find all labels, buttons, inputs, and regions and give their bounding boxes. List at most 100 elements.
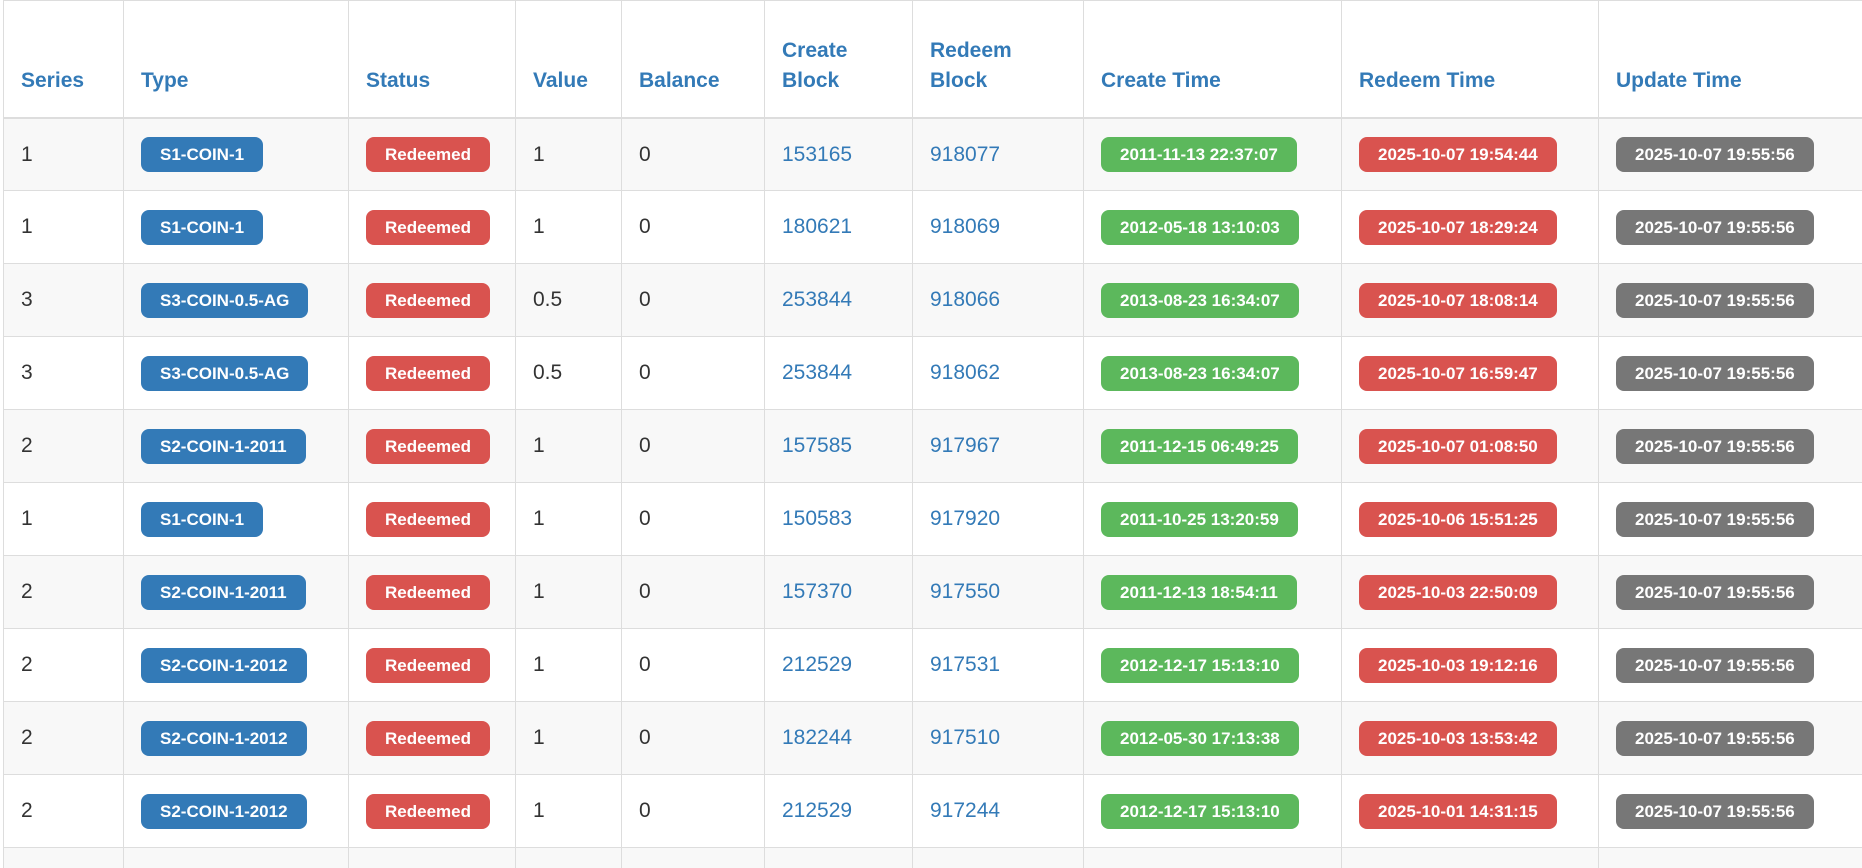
cell-value: 1 — [515, 117, 622, 191]
type-badge: S1-COIN-1 — [141, 136, 264, 172]
cell-value: 1 — [515, 701, 622, 775]
cell-redeem_block: 917244 — [912, 774, 1084, 848]
cell-series: 2 — [3, 409, 124, 483]
redeem-time-badge: 2025-10-07 18:08:14 — [1359, 282, 1557, 318]
create-time-badge: 2012-05-30 17:13:38 — [1101, 720, 1299, 756]
redeem-block-link[interactable]: 918069 — [930, 215, 1000, 238]
table-row: 2 S2-COIN-1-2012 Redeemed 1 0 212529 917531 201… — [3, 628, 1862, 702]
cell-create_time: 2012-12-17 15:13:10 — [1083, 774, 1342, 848]
create-block-link[interactable]: 182244 — [782, 726, 852, 749]
create-block-link[interactable]: 253844 — [782, 288, 852, 311]
cell-series: 2 — [3, 701, 124, 775]
coins-table-viewport: Series Type Status Value Balance Create Block… — [0, 0, 1862, 868]
cell-update_time: 2025-10-07 19:55:56 — [1598, 555, 1862, 629]
cell-type: S3-COIN-0.5-AG — [123, 336, 349, 410]
table-row: 1 S1-COIN-1 Redeemed 1 0 153165 918077 2011-11-… — [3, 117, 1862, 191]
cell-create_block: 180621 — [764, 190, 913, 264]
cell-update_time: 2025-10-07 19:55:56 — [1598, 263, 1862, 337]
update-time-badge: 2025-10-07 19:55:56 — [1616, 355, 1814, 391]
cell-partial — [515, 847, 622, 868]
status-badge: Redeemed — [366, 136, 490, 172]
cell-create_block: 150583 — [764, 482, 913, 556]
cell-partial — [1598, 847, 1862, 868]
cell-type: S3-COIN-0.5-AG — [123, 263, 349, 337]
update-time-badge: 2025-10-07 19:55:56 — [1616, 282, 1814, 318]
cell-create_block: 182244 — [764, 701, 913, 775]
table-body: 1 S1-COIN-1 Redeemed 1 0 153165 918077 2011-11-… — [3, 117, 1862, 868]
cell-redeem_block: 917967 — [912, 409, 1084, 483]
cell-partial — [348, 847, 516, 868]
cell-balance: 0 — [621, 117, 765, 191]
cell-create_time: 2011-10-25 13:20:59 — [1083, 482, 1342, 556]
cell-create_block: 253844 — [764, 336, 913, 410]
column-header-redeem_block: Redeem Block — [912, 0, 1084, 119]
create-block-link[interactable]: 157370 — [782, 580, 852, 603]
cell-update_time: 2025-10-07 19:55:56 — [1598, 336, 1862, 410]
cell-create_block: 212529 — [764, 774, 913, 848]
cell-redeem_time: 2025-10-03 13:53:42 — [1341, 701, 1599, 775]
cell-series: 3 — [3, 336, 124, 410]
create-block-link[interactable]: 153165 — [782, 143, 852, 166]
cell-create_time: 2012-12-17 15:13:10 — [1083, 628, 1342, 702]
redeem-block-link[interactable]: 918066 — [930, 288, 1000, 311]
cell-value: 1 — [515, 555, 622, 629]
cell-type: S2-COIN-1-2011 — [123, 555, 349, 629]
status-badge: Redeemed — [366, 209, 490, 245]
cell-create_block: 157585 — [764, 409, 913, 483]
cell-balance: 0 — [621, 555, 765, 629]
cell-value: 1 — [515, 628, 622, 702]
cell-partial — [1341, 847, 1599, 868]
update-time-badge: 2025-10-07 19:55:56 — [1616, 209, 1814, 245]
table-row: 2 S2-COIN-1-2012 Redeemed 1 0 182244 917510 201… — [3, 701, 1862, 775]
table-row: 2 S2-COIN-1-2011 Redeemed 1 0 157585 917967 201… — [3, 409, 1862, 483]
cell-partial — [912, 847, 1084, 868]
update-time-badge: 2025-10-07 19:55:56 — [1616, 793, 1814, 829]
create-time-badge: 2012-12-17 15:13:10 — [1101, 647, 1299, 683]
cell-partial — [1083, 847, 1342, 868]
create-block-link[interactable]: 212529 — [782, 799, 852, 822]
create-block-link[interactable]: 212529 — [782, 653, 852, 676]
cell-type: S2-COIN-1-2012 — [123, 701, 349, 775]
redeem-block-link[interactable]: 917920 — [930, 507, 1000, 530]
cell-create_block: 157370 — [764, 555, 913, 629]
cell-status: Redeemed — [348, 701, 516, 775]
create-block-link[interactable]: 253844 — [782, 361, 852, 384]
redeem-time-badge: 2025-10-07 18:29:24 — [1359, 209, 1557, 245]
column-header-create_block: Create Block — [764, 0, 913, 119]
create-block-link[interactable]: 180621 — [782, 215, 852, 238]
coins-table: Series Type Status Value Balance Create Block… — [3, 0, 1862, 868]
redeem-time-badge: 2025-10-07 01:08:50 — [1359, 428, 1557, 464]
cell-type: S2-COIN-1-2012 — [123, 774, 349, 848]
create-block-link[interactable]: 157585 — [782, 434, 852, 457]
create-time-badge: 2011-12-13 18:54:11 — [1101, 574, 1297, 610]
cell-balance: 0 — [621, 701, 765, 775]
cell-value: 1 — [515, 774, 622, 848]
redeem-block-link[interactable]: 917531 — [930, 653, 1000, 676]
cell-partial — [621, 847, 765, 868]
cell-redeem_block: 918069 — [912, 190, 1084, 264]
status-badge: Redeemed — [366, 647, 490, 683]
redeem-block-link[interactable]: 917510 — [930, 726, 1000, 749]
cell-redeem_time: 2025-10-07 01:08:50 — [1341, 409, 1599, 483]
redeem-time-badge: 2025-10-03 13:53:42 — [1359, 720, 1557, 756]
redeem-block-link[interactable]: 918077 — [930, 143, 1000, 166]
create-block-link[interactable]: 150583 — [782, 507, 852, 530]
update-time-badge: 2025-10-07 19:55:56 — [1616, 574, 1814, 610]
cell-status: Redeemed — [348, 482, 516, 556]
redeem-block-link[interactable]: 918062 — [930, 361, 1000, 384]
redeem-time-badge: 2025-10-03 19:12:16 — [1359, 647, 1557, 683]
cell-redeem_time: 2025-10-06 15:51:25 — [1341, 482, 1599, 556]
cell-type: S1-COIN-1 — [123, 482, 349, 556]
column-header-redeem_time: Redeem Time — [1341, 0, 1599, 119]
cell-value: 0.5 — [515, 263, 622, 337]
redeem-block-link[interactable]: 917550 — [930, 580, 1000, 603]
cell-value: 1 — [515, 190, 622, 264]
status-badge: Redeemed — [366, 793, 490, 829]
table-row: 1 S1-COIN-1 Redeemed 1 0 150583 917920 2011-10-… — [3, 482, 1862, 556]
redeem-block-link[interactable]: 917967 — [930, 434, 1000, 457]
column-header-create_time: Create Time — [1083, 0, 1342, 119]
type-badge: S2-COIN-1-2012 — [141, 793, 307, 829]
redeem-block-link[interactable]: 917244 — [930, 799, 1000, 822]
cell-redeem_time: 2025-10-07 19:54:44 — [1341, 117, 1599, 191]
status-badge: Redeemed — [366, 574, 490, 610]
